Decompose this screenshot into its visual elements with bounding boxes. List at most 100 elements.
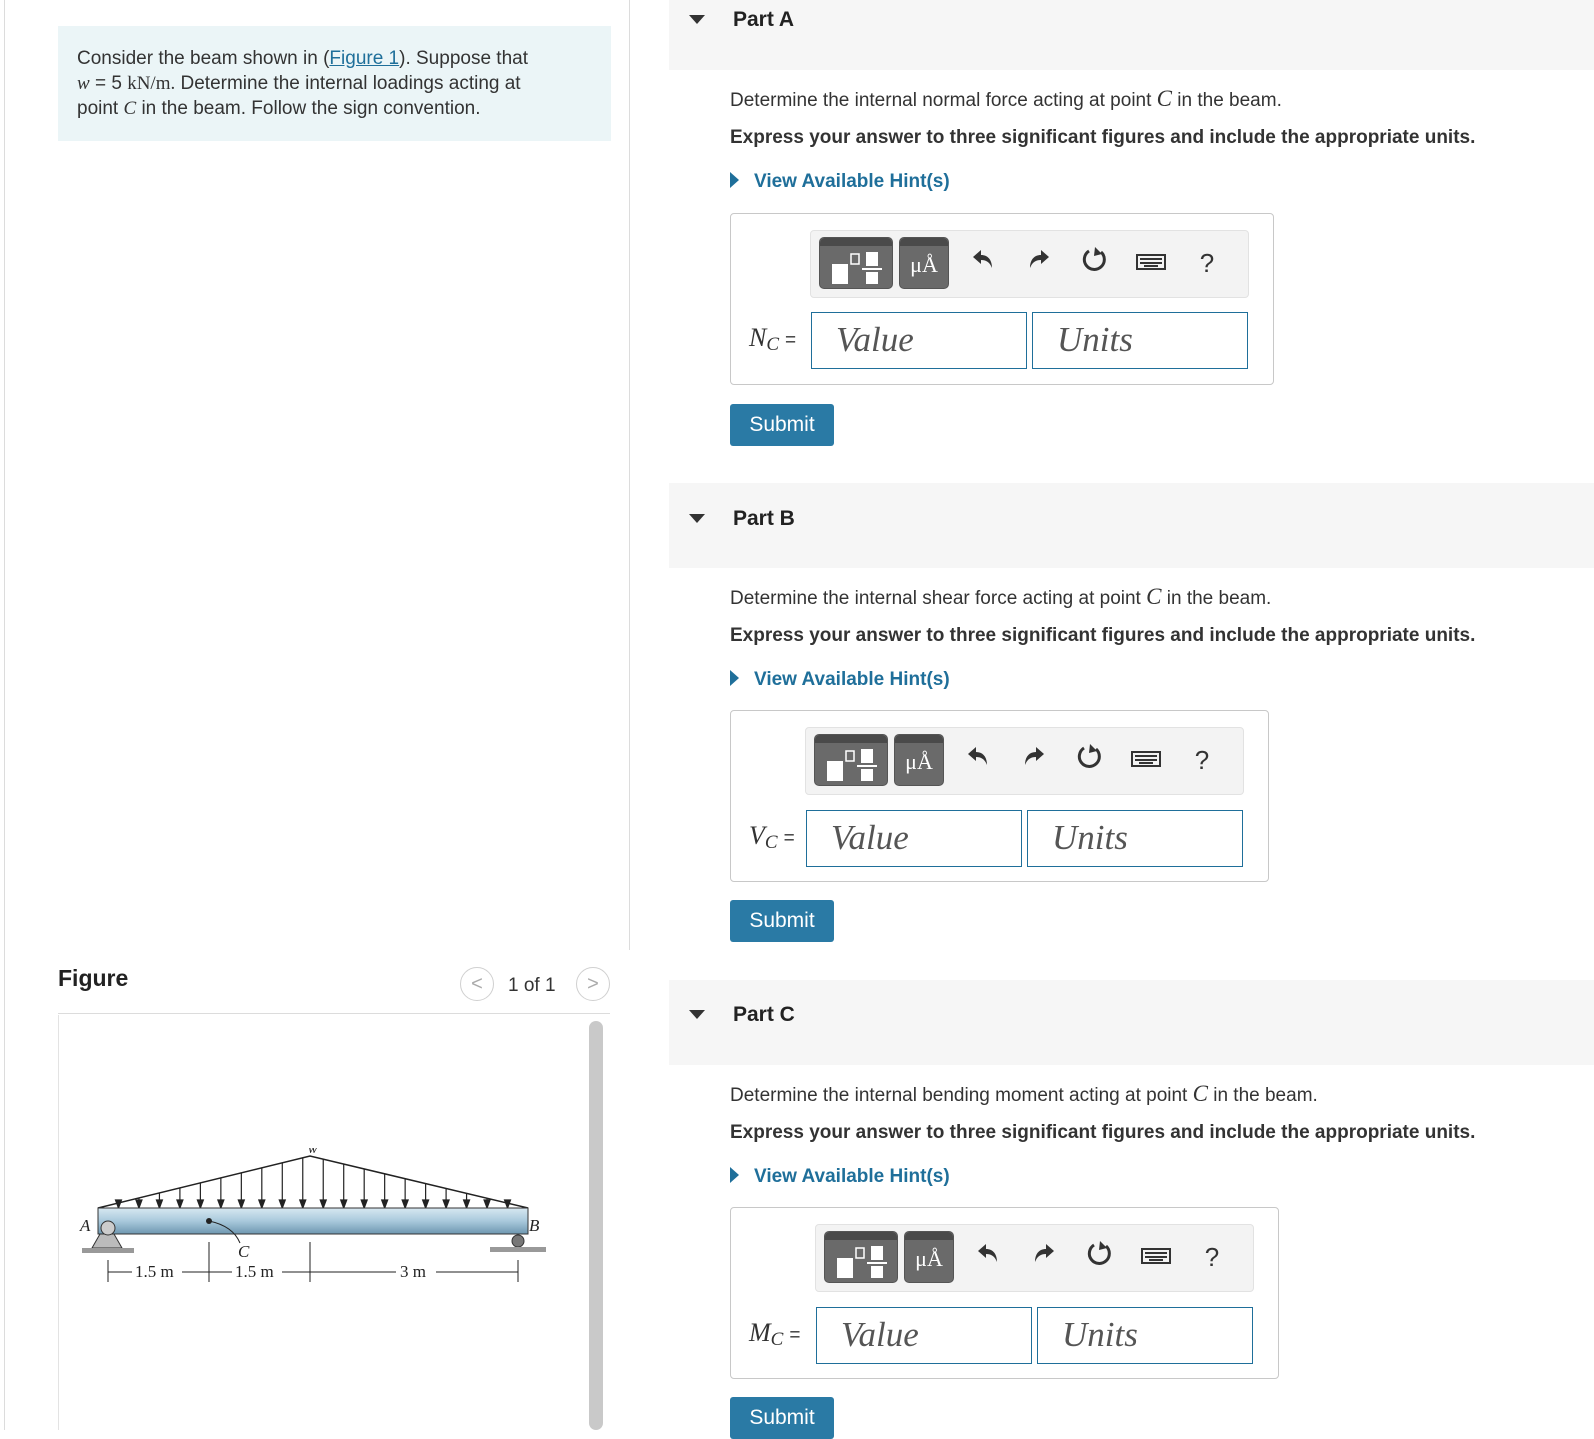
figure-link[interactable]: Figure 1 <box>329 48 399 69</box>
units-button[interactable]: μÅ <box>904 1231 954 1283</box>
part-a-header[interactable]: Part A <box>669 0 1594 70</box>
roller-b <box>511 1234 525 1248</box>
keyboard-svg <box>1136 254 1166 270</box>
load-arrow-head <box>216 1199 225 1210</box>
w-equals: = 5 <box>89 73 128 94</box>
reset-svg <box>1082 247 1106 271</box>
load-arrow-head <box>257 1199 266 1210</box>
load-arrow-head <box>176 1199 184 1210</box>
part-a-value-input[interactable]: Value <box>811 312 1027 369</box>
part-b-submit-button[interactable]: Submit <box>730 900 834 942</box>
load-arrow-head <box>421 1199 430 1210</box>
ground-b <box>490 1247 546 1252</box>
part-c-hint-toggle[interactable]: View Available Hint(s) <box>730 1166 950 1188</box>
part-b-answer-box: μÅ ? VC = Value Units <box>730 710 1269 882</box>
part-a-eq-label: NC = <box>749 322 796 356</box>
part-a-instructions: Express your answer to three significant… <box>730 127 1476 148</box>
redo-icon[interactable] <box>1014 742 1054 778</box>
undo-icon[interactable] <box>968 1239 1008 1275</box>
part-c-value-input[interactable]: Value <box>816 1307 1032 1364</box>
chevron-left-icon: < <box>471 972 483 995</box>
redo-svg <box>1025 747 1044 765</box>
dim-label-2: 1.5 m <box>235 1262 274 1281</box>
figure-pager-text: 1 of 1 <box>508 975 556 996</box>
templates-button[interactable] <box>814 734 888 786</box>
expand-triangle-icon <box>730 1167 739 1183</box>
templates-button-cap <box>815 735 887 743</box>
c-variable: C <box>123 98 137 119</box>
collapse-caret-icon[interactable] <box>689 1010 705 1019</box>
dim-label-3: 3 m <box>400 1262 426 1281</box>
units-button-label: μÅ <box>910 252 938 277</box>
part-c-header[interactable]: Part C <box>669 980 1594 1065</box>
part-b-hint-label: View Available Hint(s) <box>754 669 950 690</box>
undo-icon[interactable] <box>963 245 1003 281</box>
help-button[interactable]: ? <box>1187 245 1227 281</box>
keyboard-icon[interactable] <box>1126 742 1166 778</box>
part-a-var: N <box>749 323 767 352</box>
redo-icon[interactable] <box>1019 245 1059 281</box>
part-b-value-input[interactable]: Value <box>806 810 1022 867</box>
problem-statement: Consider the beam shown in (Figure 1). S… <box>58 26 611 141</box>
part-c-submit-button[interactable]: Submit <box>730 1397 834 1439</box>
pin-a <box>100 1220 116 1236</box>
part-b-question: Determine the internal shear force actin… <box>730 584 1271 610</box>
reset-icon[interactable] <box>1070 742 1110 779</box>
part-c-eq-sign: = <box>789 1325 801 1346</box>
templates-button[interactable] <box>824 1231 898 1283</box>
next-figure-button[interactable]: > <box>576 967 610 1001</box>
units-button[interactable]: μÅ <box>894 734 944 786</box>
part-b-instructions: Express your answer to three significant… <box>730 625 1476 646</box>
load-arrow-head <box>380 1199 389 1210</box>
keyboard-icon[interactable] <box>1136 1239 1176 1275</box>
part-b-units-input[interactable]: Units <box>1027 810 1243 867</box>
redo-icon[interactable] <box>1024 1239 1064 1275</box>
beam-figure: w A B C 1.5 m 1.5 m 3 m <box>79 1148 546 1282</box>
part-c-units-input[interactable]: Units <box>1037 1307 1253 1364</box>
part-c-var: M <box>749 1318 771 1347</box>
label-b: B <box>529 1216 540 1235</box>
help-button[interactable]: ? <box>1192 1239 1232 1275</box>
load-arrow-head <box>155 1199 164 1210</box>
help-button[interactable]: ? <box>1182 742 1222 778</box>
part-c-question-var: C <box>1192 1081 1208 1106</box>
part-b-eq-label: VC = <box>749 820 795 854</box>
reset-icon[interactable] <box>1080 1239 1120 1276</box>
part-c-sub: C <box>770 1329 784 1350</box>
part-a-question-var: C <box>1156 86 1173 111</box>
label-a: A <box>79 1216 91 1235</box>
problem-intro: Consider the beam shown in ( <box>77 48 330 69</box>
collapse-caret-icon[interactable] <box>689 15 705 24</box>
part-c-eq-label: MC = <box>749 1317 800 1351</box>
previous-figure-button[interactable]: < <box>460 967 494 1001</box>
undo-svg <box>978 1244 997 1262</box>
chevron-right-icon: > <box>587 972 599 995</box>
units-button[interactable]: μÅ <box>899 237 949 289</box>
part-a-hint-toggle[interactable]: View Available Hint(s) <box>730 171 950 193</box>
templates-icon <box>832 252 882 284</box>
left-edge <box>4 0 5 1430</box>
load-arrow-head <box>196 1199 205 1210</box>
reset-svg <box>1077 744 1101 768</box>
part-b-header[interactable]: Part B <box>669 483 1594 568</box>
part-b-hint-toggle[interactable]: View Available Hint(s) <box>730 669 950 691</box>
load-arrow-head <box>339 1199 348 1210</box>
load-arrow-head <box>462 1199 471 1210</box>
part-b-sub: C <box>764 832 778 853</box>
part-a-submit-button[interactable]: Submit <box>730 404 834 446</box>
templates-button-cap <box>825 1232 897 1240</box>
figure-scrollbar[interactable] <box>589 1021 603 1430</box>
part-b-title: Part B <box>733 507 795 530</box>
load-arrow-head <box>114 1199 123 1210</box>
templates-button[interactable] <box>819 237 893 289</box>
part-c-hint-label: View Available Hint(s) <box>754 1166 950 1187</box>
collapse-caret-icon[interactable] <box>689 514 705 523</box>
part-a-units-input[interactable]: Units <box>1032 312 1248 369</box>
problem-sentence: Determine the internal loadings acting a… <box>175 73 521 94</box>
reset-icon[interactable] <box>1075 245 1115 282</box>
undo-icon[interactable] <box>958 742 998 778</box>
units-button-label: μÅ <box>905 749 933 774</box>
redo-svg <box>1035 1244 1054 1262</box>
keyboard-icon[interactable] <box>1131 245 1171 281</box>
templates-button-cap <box>820 238 892 246</box>
